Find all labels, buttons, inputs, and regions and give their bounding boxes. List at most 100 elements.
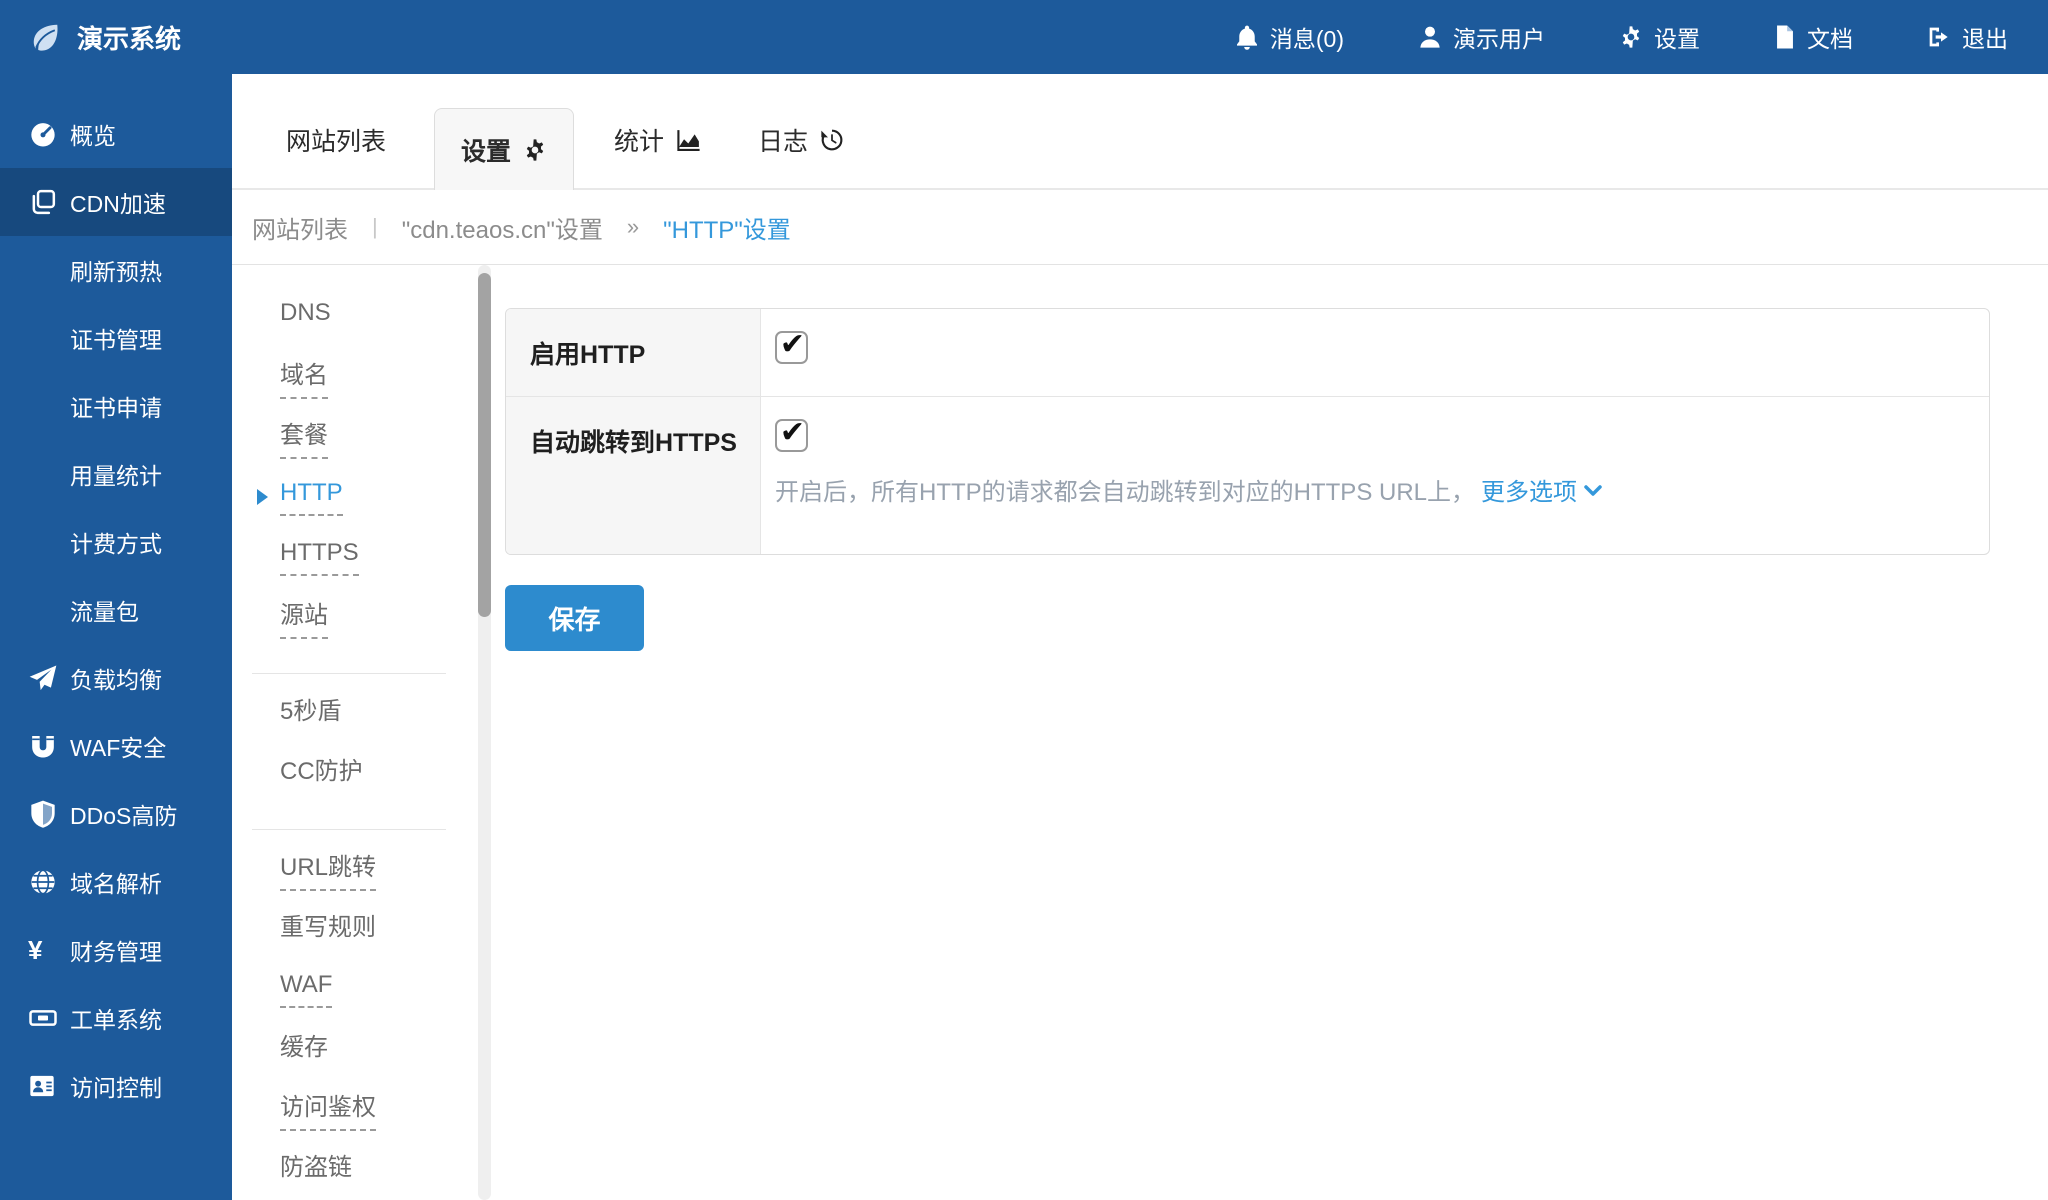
logout-icon	[1927, 25, 1951, 49]
submenu-item-hotlink-protection[interactable]: 防盗链	[280, 1139, 478, 1199]
sidebar-item-label: CDN加速	[70, 185, 166, 219]
sidebar-item-label: 刷新预热	[70, 253, 162, 287]
submenu-item-access-auth[interactable]: 访问鉴权	[280, 1079, 478, 1139]
ticket-icon	[28, 1003, 70, 1033]
sidebar-item-label: 概览	[70, 117, 116, 151]
sidebar-item-ddos-protection[interactable]: DDoS高防	[0, 780, 232, 848]
submenu-scrollbar-thumb[interactable]	[478, 273, 491, 617]
submenu-item-plan[interactable]: 套餐	[280, 407, 478, 467]
logout-button[interactable]: 退出	[1927, 20, 2008, 54]
sidebar-item-label: 证书申请	[70, 389, 162, 423]
settings-table: 启用HTTP ✔ 自动跳转到HTTPS ✔	[505, 308, 1990, 555]
breadcrumb-separator: »	[627, 214, 639, 240]
breadcrumb-site-list[interactable]: 网站列表	[252, 210, 348, 245]
sidebar-item-tickets[interactable]: 工单系统	[0, 984, 232, 1052]
setting-row-redirect-https: 自动跳转到HTTPS ✔ 开启后，所有HTTP的请求都会自动跳转到对应的HTTP…	[506, 397, 1989, 554]
sidebar-item-load-balancer[interactable]: 负载均衡	[0, 644, 232, 712]
setting-label: 自动跳转到HTTPS	[506, 397, 761, 554]
breadcrumb-site-settings[interactable]: "cdn.teaos.cn"设置	[402, 210, 603, 245]
sidebar-item-label: 负载均衡	[70, 661, 162, 695]
submenu-item-cc-protection[interactable]: CC防护	[280, 743, 478, 803]
redirect-hint: 开启后，所有HTTP的请求都会自动跳转到对应的HTTPS URL上， 更多选项	[775, 472, 1989, 507]
setting-label: 启用HTTP	[506, 309, 761, 396]
sidebar-item-billing-method[interactable]: 计费方式	[0, 508, 232, 576]
submenu-scrollbar-track[interactable]	[478, 265, 491, 1200]
save-button[interactable]: 保存	[505, 585, 644, 651]
check-mark: ✔	[780, 327, 805, 362]
sidebar-item-access-control[interactable]: 访问控制	[0, 1052, 232, 1120]
globe-icon	[28, 867, 70, 897]
yen-icon: ¥	[28, 935, 70, 966]
sidebar-item-label: 用量统计	[70, 457, 162, 491]
topbar-menu: 消息(0) 演示用户 设置	[1235, 20, 2008, 54]
settings-label: 设置	[1654, 20, 1700, 54]
sidebar-item-label: 工单系统	[70, 1001, 162, 1035]
tab-stats[interactable]: 统计	[606, 122, 710, 188]
http-settings-panel: 启用HTTP ✔ 自动跳转到HTTPS ✔	[491, 265, 2048, 1200]
hint-text: 开启后，所有HTTP的请求都会自动跳转到对应的HTTPS URL上，	[775, 472, 1475, 507]
sidebar-item-cdn[interactable]: CDN加速	[0, 168, 232, 236]
submenu-item-domain[interactable]: 域名	[280, 347, 478, 407]
sidebar-item-refresh-preheat[interactable]: 刷新预热	[0, 236, 232, 304]
sidebar-item-cert-apply[interactable]: 证书申请	[0, 372, 232, 440]
app-title: 演示系统	[77, 19, 181, 56]
area-chart-icon	[676, 128, 702, 152]
chevron-down-icon	[1584, 476, 1602, 504]
paper-plane-icon	[28, 663, 70, 693]
sidebar-item-dns-resolution[interactable]: 域名解析	[0, 848, 232, 916]
active-arrow-icon	[257, 489, 268, 505]
submenu-item-5s-shield[interactable]: 5秒盾	[280, 683, 478, 743]
submenu-item-url-redirect[interactable]: URL跳转	[280, 839, 478, 899]
id-card-icon	[28, 1072, 70, 1100]
sidebar-item-label: 域名解析	[70, 865, 162, 899]
submenu-divider	[252, 673, 446, 674]
sidebar-item-finance[interactable]: ¥ 财务管理	[0, 916, 232, 984]
sidebar-item-overview[interactable]: 概览	[0, 100, 232, 168]
sidebar-item-cert-management[interactable]: 证书管理	[0, 304, 232, 372]
more-options-link[interactable]: 更多选项	[1481, 472, 1602, 507]
docs-label: 文档	[1807, 20, 1853, 54]
sidebar-item-label: 访问控制	[70, 1069, 162, 1103]
submenu-item-dns[interactable]: DNS	[280, 287, 478, 347]
docs-button[interactable]: 文档	[1774, 20, 1853, 54]
settings-button[interactable]: 设置	[1619, 20, 1700, 54]
user-icon	[1418, 24, 1442, 50]
tab-settings[interactable]: 设置	[434, 108, 574, 190]
sidebar-item-label: DDoS高防	[70, 797, 177, 831]
logout-label: 退出	[1962, 20, 2008, 54]
submenu-item-waf[interactable]: WAF	[280, 959, 478, 1019]
user-menu-button[interactable]: 演示用户	[1418, 20, 1545, 54]
setting-value: ✔	[761, 309, 1989, 396]
submenu-item-rewrite-rules[interactable]: 重写规则	[280, 899, 478, 959]
enable-http-checkbox[interactable]: ✔	[775, 331, 808, 364]
history-icon	[820, 128, 844, 152]
check-mark: ✔	[780, 415, 805, 450]
tab-logs[interactable]: 日志	[750, 122, 852, 188]
tab-label: 统计	[614, 122, 664, 158]
submenu-item-http[interactable]: HTTP	[280, 467, 478, 527]
clone-icon	[28, 187, 70, 217]
gear-icon	[523, 138, 547, 162]
dashboard-icon	[28, 119, 70, 149]
breadcrumb-current-http: "HTTP"设置	[663, 210, 791, 245]
sidebar-item-waf-security[interactable]: WAF安全	[0, 712, 232, 780]
settings-submenu: DNS 域名 套餐 HTTP HTTPS 源站	[232, 265, 478, 1200]
redirect-https-checkbox[interactable]: ✔	[775, 419, 808, 452]
tab-bar: 网站列表 设置 统计	[232, 74, 2048, 190]
submenu-item-origin[interactable]: 源站	[280, 587, 478, 647]
document-icon	[1774, 24, 1796, 50]
tab-label: 设置	[461, 132, 511, 168]
bell-icon	[1235, 24, 1259, 50]
leaf-logo-icon	[28, 20, 62, 54]
sidebar-item-label: 财务管理	[70, 933, 162, 967]
settings-body: DNS 域名 套餐 HTTP HTTPS 源站	[232, 265, 2048, 1200]
submenu-item-https[interactable]: HTTPS	[280, 527, 478, 587]
sidebar-item-usage-stats[interactable]: 用量统计	[0, 440, 232, 508]
submenu-item-cache[interactable]: 缓存	[280, 1019, 478, 1079]
sidebar-item-traffic-package[interactable]: 流量包	[0, 576, 232, 644]
sidebar-item-label: 流量包	[70, 593, 139, 627]
messages-button[interactable]: 消息(0)	[1235, 20, 1344, 54]
tab-label: 日志	[758, 122, 808, 158]
tab-site-list[interactable]: 网站列表	[278, 122, 394, 188]
breadcrumb: 网站列表 | "cdn.teaos.cn"设置 » "HTTP"设置	[232, 190, 2048, 265]
